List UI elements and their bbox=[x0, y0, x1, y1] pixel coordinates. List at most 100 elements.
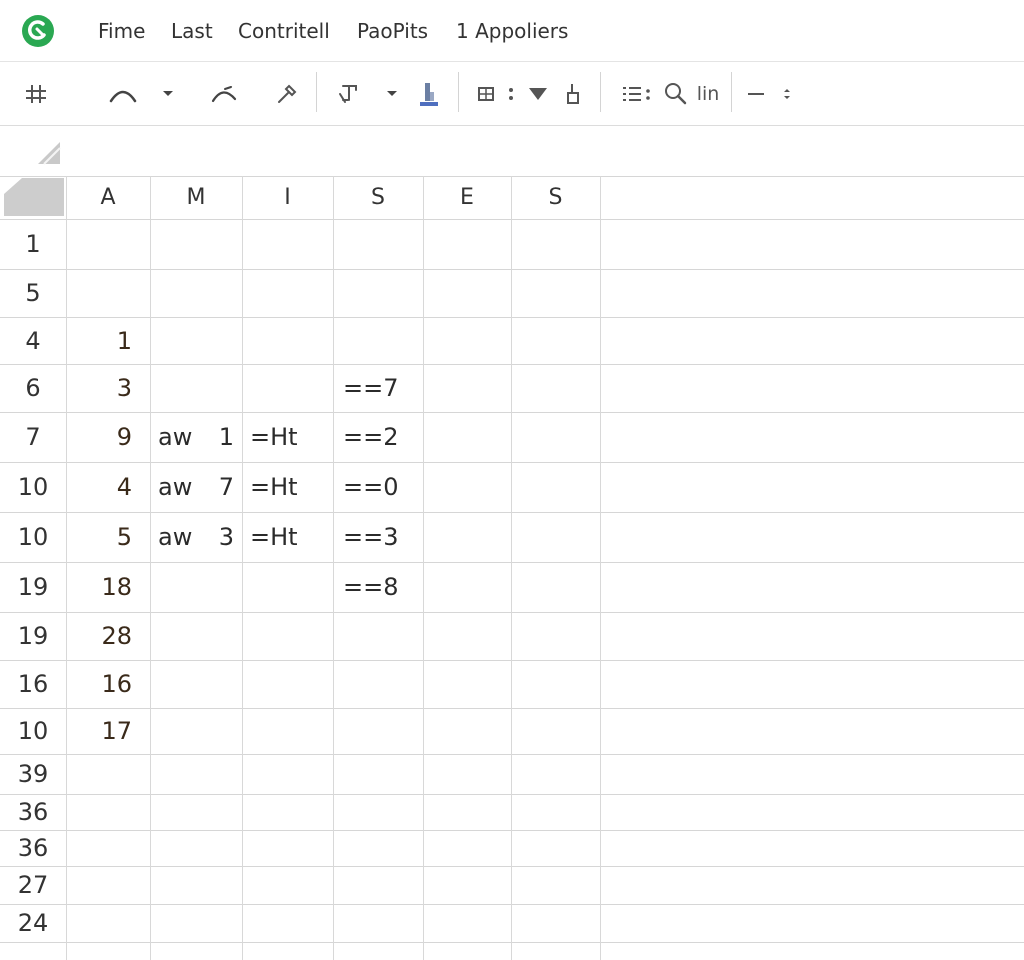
cell-s[interactable] bbox=[333, 660, 423, 708]
cell-m[interactable]: aw 7 bbox=[150, 462, 242, 512]
select-all-button[interactable] bbox=[2, 176, 64, 218]
cell-i[interactable]: =Ht bbox=[242, 512, 333, 562]
row-number[interactable] bbox=[0, 942, 66, 960]
cell-i[interactable] bbox=[242, 904, 333, 942]
row-number[interactable]: 10 bbox=[0, 512, 66, 562]
column-header-m[interactable]: M bbox=[150, 176, 242, 219]
cell-a[interactable] bbox=[66, 754, 150, 794]
cell-i[interactable] bbox=[242, 219, 333, 269]
cell-i[interactable] bbox=[242, 612, 333, 660]
cell-m[interactable] bbox=[150, 269, 242, 317]
row-number[interactable]: 7 bbox=[0, 412, 66, 462]
cell-a[interactable]: 9 bbox=[66, 412, 150, 462]
row-number[interactable]: 10 bbox=[0, 708, 66, 754]
font-dropdown-icon[interactable] bbox=[384, 79, 400, 109]
row-number[interactable]: 27 bbox=[0, 866, 66, 904]
cell-m[interactable] bbox=[150, 708, 242, 754]
row-number[interactable]: 5 bbox=[0, 269, 66, 317]
cell-a[interactable] bbox=[66, 942, 150, 960]
column-header-e[interactable]: E bbox=[423, 176, 511, 219]
cell-a[interactable] bbox=[66, 866, 150, 904]
row-number[interactable]: 10 bbox=[0, 462, 66, 512]
cell-s[interactable] bbox=[333, 866, 423, 904]
cell-m[interactable] bbox=[150, 794, 242, 830]
cell-m[interactable] bbox=[150, 317, 242, 364]
row-number[interactable]: 6 bbox=[0, 364, 66, 412]
cell-i[interactable] bbox=[242, 942, 333, 960]
cell-i[interactable]: =Ht bbox=[242, 412, 333, 462]
menu-item-fime[interactable]: Fime bbox=[98, 18, 145, 44]
cell-i[interactable] bbox=[242, 830, 333, 866]
cell-m[interactable] bbox=[150, 612, 242, 660]
cell-m[interactable] bbox=[150, 562, 242, 612]
cell-a[interactable] bbox=[66, 269, 150, 317]
cell-s[interactable]: ==0 bbox=[333, 462, 423, 512]
menu-item-paopits[interactable]: PaoPits bbox=[357, 18, 428, 44]
cell-m[interactable] bbox=[150, 830, 242, 866]
row-number[interactable]: 36 bbox=[0, 830, 66, 866]
row-number[interactable]: 16 bbox=[0, 660, 66, 708]
zoom-label[interactable]: lin bbox=[693, 79, 723, 109]
formula-bar[interactable] bbox=[0, 126, 1024, 176]
cell-m[interactable] bbox=[150, 942, 242, 960]
search-icon[interactable] bbox=[662, 79, 690, 109]
cell-s[interactable] bbox=[333, 830, 423, 866]
cell-a[interactable]: 3 bbox=[66, 364, 150, 412]
cell-i[interactable] bbox=[242, 794, 333, 830]
cell-a[interactable] bbox=[66, 794, 150, 830]
minus-icon[interactable] bbox=[744, 79, 768, 109]
cell-s[interactable] bbox=[333, 794, 423, 830]
cell-s[interactable] bbox=[333, 904, 423, 942]
cell-a[interactable]: 5 bbox=[66, 512, 150, 562]
cell-a[interactable] bbox=[66, 904, 150, 942]
row-number[interactable]: 24 bbox=[0, 904, 66, 942]
filter-icon[interactable] bbox=[526, 79, 550, 109]
cell-s[interactable] bbox=[333, 754, 423, 794]
cell-a[interactable]: 1 bbox=[66, 317, 150, 364]
cell-s[interactable] bbox=[333, 269, 423, 317]
align-icon[interactable] bbox=[620, 79, 654, 109]
cell-i[interactable]: =Ht bbox=[242, 462, 333, 512]
font-icon[interactable] bbox=[334, 79, 364, 109]
cell-style-icon[interactable] bbox=[560, 79, 584, 109]
cell-i[interactable] bbox=[242, 708, 333, 754]
cell-a[interactable]: 17 bbox=[66, 708, 150, 754]
column-header-a[interactable]: A bbox=[66, 176, 150, 219]
cell-s[interactable] bbox=[333, 942, 423, 960]
row-number[interactable]: 19 bbox=[0, 562, 66, 612]
fill-color-icon[interactable] bbox=[414, 79, 444, 109]
grid-format-icon[interactable] bbox=[22, 79, 50, 109]
cell-i[interactable] bbox=[242, 754, 333, 794]
row-number[interactable]: 19 bbox=[0, 612, 66, 660]
borders-icon[interactable] bbox=[474, 79, 498, 109]
row-number[interactable]: 1 bbox=[0, 219, 66, 269]
row-number[interactable]: 4 bbox=[0, 317, 66, 364]
cell-s[interactable] bbox=[333, 708, 423, 754]
cell-s[interactable] bbox=[333, 612, 423, 660]
cell-m[interactable] bbox=[150, 660, 242, 708]
column-header-i[interactable]: I bbox=[242, 176, 333, 219]
menu-item-contritell[interactable]: Contritell bbox=[238, 18, 330, 44]
undo-dropdown-icon[interactable] bbox=[160, 79, 176, 109]
cell-a[interactable]: 4 bbox=[66, 462, 150, 512]
select-corner-icon[interactable] bbox=[36, 140, 62, 166]
app-logo-icon[interactable] bbox=[20, 13, 56, 49]
cell-i[interactable] bbox=[242, 317, 333, 364]
cell-i[interactable] bbox=[242, 866, 333, 904]
cell-a[interactable]: 18 bbox=[66, 562, 150, 612]
undo-icon[interactable] bbox=[106, 79, 140, 109]
format-painter-icon[interactable] bbox=[272, 79, 302, 109]
column-header-s2[interactable]: S bbox=[511, 176, 600, 219]
more-options-icon[interactable] bbox=[504, 79, 518, 109]
cell-m[interactable]: aw 1 bbox=[150, 412, 242, 462]
row-number[interactable]: 36 bbox=[0, 794, 66, 830]
cell-i[interactable] bbox=[242, 364, 333, 412]
cell-s[interactable]: ==8 bbox=[333, 562, 423, 612]
cell-a[interactable] bbox=[66, 830, 150, 866]
cell-s[interactable]: ==7 bbox=[333, 364, 423, 412]
row-number[interactable]: 39 bbox=[0, 754, 66, 794]
cell-m[interactable]: aw 3 bbox=[150, 512, 242, 562]
cell-i[interactable] bbox=[242, 562, 333, 612]
cell-s[interactable] bbox=[333, 317, 423, 364]
redo-icon[interactable] bbox=[208, 79, 242, 109]
